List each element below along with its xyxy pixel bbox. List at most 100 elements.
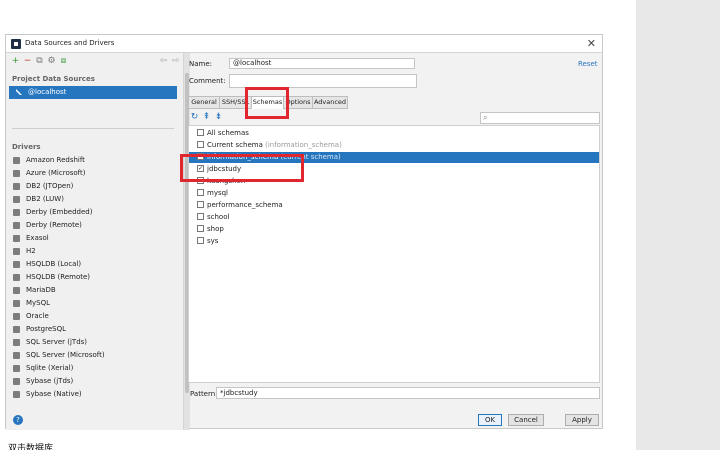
- data-source-item[interactable]: @localhost: [9, 86, 177, 99]
- schema-row[interactable]: sys: [189, 236, 599, 247]
- driver-icon: [13, 170, 20, 177]
- schema-checkbox[interactable]: [197, 189, 204, 196]
- driver-label: Derby (Embedded): [26, 208, 93, 216]
- schema-name: school: [207, 213, 230, 221]
- caption-text: 双击数据库: [8, 444, 54, 450]
- driver-item[interactable]: HSQLDB (Local): [12, 259, 178, 272]
- driver-label: HSQLDB (Remote): [26, 273, 91, 281]
- driver-item[interactable]: Exasol: [12, 233, 178, 246]
- driver-label: Sybase (jTds): [26, 377, 74, 385]
- search-input[interactable]: ⌕: [480, 112, 600, 124]
- settings-icon[interactable]: ⚙: [47, 56, 56, 67]
- driver-icon: [13, 287, 20, 294]
- schema-label: Current schema: [207, 141, 263, 149]
- tab-advanced[interactable]: Advanced: [312, 96, 348, 109]
- link-icon[interactable]: ⧈: [59, 56, 68, 67]
- window-title: Data Sources and Drivers: [25, 39, 115, 47]
- highlight-schemas-tab: [245, 87, 289, 119]
- driver-item[interactable]: H2: [12, 246, 178, 259]
- driver-label: SQL Server (Microsoft): [26, 351, 105, 359]
- reset-link[interactable]: Reset: [578, 60, 598, 68]
- driver-icon: [13, 352, 20, 359]
- help-icon[interactable]: ?: [13, 415, 23, 425]
- driver-item[interactable]: Sybase (jTds): [12, 376, 178, 389]
- driver-label: H2: [26, 247, 36, 255]
- ok-button[interactable]: OK: [478, 414, 502, 426]
- driver-label: Amazon Redshift: [26, 156, 85, 164]
- driver-item[interactable]: DB2 (JTOpen): [12, 181, 178, 194]
- page: Data Sources and Drivers ✕ + − ⧉ ⚙ ⧈ ⇦ ⇨…: [0, 0, 720, 450]
- driver-item[interactable]: PostgreSQL: [12, 324, 178, 337]
- refresh-icon[interactable]: ↻: [190, 112, 199, 123]
- tab-general[interactable]: General: [188, 96, 220, 109]
- collapse-icon[interactable]: ⇞: [202, 112, 211, 123]
- cancel-button[interactable]: Cancel: [508, 414, 544, 426]
- driver-item[interactable]: DB2 (LUW): [12, 194, 178, 207]
- driver-item[interactable]: Sqlite (Xerial): [12, 363, 178, 376]
- driver-label: DB2 (JTOpen): [26, 182, 74, 190]
- drivers-label: Drivers: [12, 143, 41, 151]
- left-panel: + − ⧉ ⚙ ⧈ ⇦ ⇨ Project Data Sources @loca…: [6, 53, 184, 430]
- driver-item[interactable]: Derby (Embedded): [12, 207, 178, 220]
- driver-icon: [13, 339, 20, 346]
- pattern-input[interactable]: *jdbcstudy: [216, 387, 600, 399]
- name-field[interactable]: @localhost: [229, 58, 415, 69]
- data-source-label: @localhost: [28, 88, 67, 96]
- apply-button[interactable]: Apply: [565, 414, 599, 426]
- driver-label: Exasol: [26, 234, 49, 242]
- schema-checkbox[interactable]: [197, 129, 204, 136]
- driver-icon: [13, 209, 20, 216]
- comment-label: Comment:: [189, 77, 226, 85]
- driver-icon: [13, 313, 20, 320]
- driver-item[interactable]: MySQL: [12, 298, 178, 311]
- schema-row[interactable]: performance_schema: [189, 200, 599, 211]
- driver-label: MariaDB: [26, 286, 56, 294]
- driver-icon: [13, 248, 20, 255]
- left-toolbar: + − ⧉ ⚙ ⧈ ⇦ ⇨: [11, 56, 181, 68]
- driver-item[interactable]: Oracle: [12, 311, 178, 324]
- schema-row[interactable]: Current schema (information_schema): [189, 140, 599, 151]
- title-bar: Data Sources and Drivers ✕: [6, 35, 602, 53]
- driver-label: Oracle: [26, 312, 49, 320]
- driver-item[interactable]: MariaDB: [12, 285, 178, 298]
- schema-row[interactable]: All schemas: [189, 128, 599, 139]
- driver-item[interactable]: SQL Server (Microsoft): [12, 350, 178, 363]
- schema-name: sys: [207, 237, 219, 245]
- driver-icon: [13, 157, 20, 164]
- close-icon[interactable]: ✕: [587, 37, 596, 50]
- schema-checkbox[interactable]: [197, 201, 204, 208]
- schema-row[interactable]: shop: [189, 224, 599, 235]
- schema-checkbox[interactable]: [197, 213, 204, 220]
- driver-item[interactable]: Sybase (Native): [12, 389, 178, 402]
- driver-item[interactable]: SQL Server (jTds): [12, 337, 178, 350]
- driver-item[interactable]: Amazon Redshift: [12, 155, 178, 168]
- add-icon[interactable]: +: [11, 56, 20, 67]
- driver-label: Sqlite (Xerial): [26, 364, 74, 372]
- driver-item[interactable]: Derby (Remote): [12, 220, 178, 233]
- schema-checkbox[interactable]: [197, 237, 204, 244]
- driver-icon: [13, 274, 20, 281]
- schema-checkbox[interactable]: [197, 225, 204, 232]
- driver-item[interactable]: Azure (Microsoft): [12, 168, 178, 181]
- schema-name: All schemas: [207, 129, 249, 137]
- project-sources-label: Project Data Sources: [12, 75, 95, 83]
- driver-label: MySQL: [26, 299, 51, 307]
- schema-checkbox[interactable]: [197, 141, 204, 148]
- forward-icon[interactable]: ⇨: [171, 56, 180, 67]
- pattern-label: Pattern:: [190, 390, 218, 398]
- back-icon[interactable]: ⇦: [159, 56, 168, 67]
- divider: [12, 128, 174, 129]
- copy-icon[interactable]: ⧉: [35, 56, 44, 67]
- comment-field[interactable]: [229, 74, 417, 88]
- driver-icon: [13, 378, 20, 385]
- expand-icon[interactable]: ⇟: [214, 112, 223, 123]
- schema-row[interactable]: school: [189, 212, 599, 223]
- driver-label: Derby (Remote): [26, 221, 82, 229]
- driver-label: DB2 (LUW): [26, 195, 64, 203]
- driver-icon: [13, 261, 20, 268]
- highlight-jdbcstudy: [180, 154, 304, 182]
- driver-label: Sybase (Native): [26, 390, 82, 398]
- driver-item[interactable]: HSQLDB (Remote): [12, 272, 178, 285]
- remove-icon[interactable]: −: [23, 56, 32, 67]
- schema-row[interactable]: mysql: [189, 188, 599, 199]
